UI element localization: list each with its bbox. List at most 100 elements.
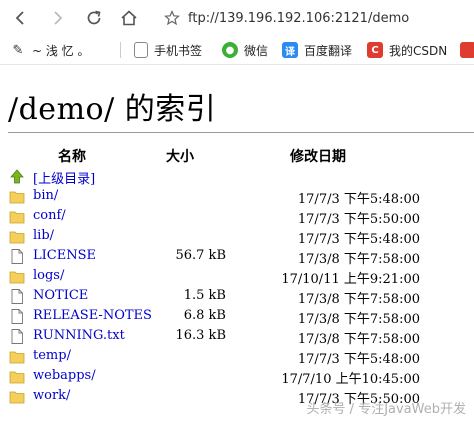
file-time: 上午10:45:00 <box>335 372 420 387</box>
folder-icon <box>9 269 25 284</box>
ink-brush-icon: ✎ <box>12 42 24 58</box>
csdn-icon <box>460 42 474 58</box>
bookmark-separator <box>120 42 121 58</box>
file-link[interactable]: logs/ <box>33 268 64 283</box>
bookmark-label: 我的CSDN <box>389 43 448 58</box>
file-date: 17/7/10 <box>281 372 332 387</box>
mobile-bookmark-icon <box>134 42 148 58</box>
file-date: 17/7/3 <box>297 352 340 367</box>
file-modified: 17/3/8 下午7:58:00 <box>298 328 420 347</box>
file-time: 下午7:58:00 <box>343 332 420 347</box>
parent-directory-row: [上级目录] <box>0 166 474 187</box>
file-time: 上午9:21:00 <box>343 272 420 287</box>
reload-icon <box>87 10 101 25</box>
file-time: 下午7:58:00 <box>343 252 420 267</box>
file-size: 1.5 kB <box>183 288 226 303</box>
file-modified: 17/3/8 下午7:58:00 <box>298 288 420 307</box>
file-modified: 17/7/3 下午5:48:00 <box>298 348 420 367</box>
file-link[interactable]: RUNNING.txt <box>33 328 125 343</box>
forward-button[interactable] <box>44 4 72 32</box>
divider <box>8 132 474 133</box>
home-button[interactable] <box>115 4 143 32</box>
file-link[interactable]: RELEASE-NOTES <box>33 308 152 323</box>
file-link[interactable]: bin/ <box>33 188 58 203</box>
folder-icon <box>9 389 25 404</box>
bookmark-label: 手机书签 <box>154 43 203 58</box>
address-bar[interactable]: ftp://139.196.192.106:2121/demo <box>164 4 474 32</box>
folder-icon <box>9 229 25 244</box>
column-header-size[interactable]: 大小 <box>166 146 194 166</box>
bookmarks-bar: ✎ ~ 浅 忆 。 手机书签 ● 微信 译 百度翻译 C 我的CSDN <box>0 36 474 65</box>
file-link[interactable]: temp/ <box>33 348 71 363</box>
file-modified: 17/3/8 下午7:58:00 <box>298 248 420 267</box>
file-row: webapps/17/7/10 上午10:45:00 <box>0 366 474 387</box>
reload-button[interactable] <box>80 4 108 32</box>
file-time: 下午7:58:00 <box>343 312 420 327</box>
bookmark-label: 百度翻译 <box>304 43 353 58</box>
csdn-icon: C <box>367 42 383 58</box>
file-modified: 17/7/3 下午5:50:00 <box>298 208 420 227</box>
file-row: RELEASE-NOTES 6.8 kB 17/3/8 下午7:58:00 <box>0 306 474 327</box>
file-row: bin/17/7/3 下午5:48:00 <box>0 186 474 207</box>
file-modified: 17/7/3 下午5:48:00 <box>298 228 420 247</box>
file-date: 17/7/3 <box>297 232 340 247</box>
url-text[interactable]: ftp://139.196.192.106:2121/demo <box>188 11 409 26</box>
file-link[interactable]: lib/ <box>33 228 54 243</box>
folder-icon <box>9 369 25 384</box>
column-header-name[interactable]: 名称 <box>58 146 86 166</box>
bookmark-item-overflow[interactable] <box>460 36 474 64</box>
file-icon <box>9 329 25 344</box>
file-modified: 17/7/3 下午5:48:00 <box>298 188 420 207</box>
column-header-modified[interactable]: 修改日期 <box>290 146 346 166</box>
watermark: 头条号 / 专注JavaWeb开发 <box>306 402 466 417</box>
back-button[interactable] <box>6 4 34 32</box>
bookmark-star-icon[interactable] <box>164 10 180 26</box>
bookmark-label: ~ 浅 忆 。 <box>32 43 90 58</box>
file-link[interactable]: NOTICE <box>33 288 88 303</box>
back-arrow-icon <box>15 11 24 25</box>
file-link[interactable]: webapps/ <box>33 368 96 383</box>
file-icon <box>9 309 25 324</box>
file-date: 17/10/11 <box>281 272 340 287</box>
file-row: RUNNING.txt 16.3 kB 17/3/8 下午7:58:00 <box>0 326 474 347</box>
bookmark-item-baidu-translate[interactable]: 译 百度翻译 <box>282 36 352 64</box>
bookmark-item-qianyi[interactable]: ✎ ~ 浅 忆 。 <box>10 36 90 64</box>
file-modified: 17/7/10 上午10:45:00 <box>281 368 420 387</box>
file-date: 17/7/3 <box>297 212 340 227</box>
bookmark-label: 微信 <box>244 43 269 58</box>
file-link[interactable]: LICENSE <box>33 248 96 263</box>
file-row: LICENSE 56.7 kB 17/3/8 下午7:58:00 <box>0 246 474 267</box>
bookmark-item-mobile[interactable]: 手机书签 <box>134 36 202 64</box>
file-time: 下午7:58:00 <box>343 292 420 307</box>
forward-arrow-icon <box>54 11 63 25</box>
file-row: conf/17/7/3 下午5:50:00 <box>0 206 474 227</box>
file-date: 17/3/8 <box>297 292 340 307</box>
file-time: 下午5:50:00 <box>343 212 420 227</box>
parent-directory-link[interactable]: [上级目录] <box>33 168 95 187</box>
folder-icon <box>9 209 25 224</box>
file-date: 17/3/8 <box>297 312 340 327</box>
wechat-icon: ● <box>222 42 238 58</box>
file-time: 下午5:48:00 <box>343 192 420 207</box>
file-time: 下午5:48:00 <box>343 352 420 367</box>
file-size: 16.3 kB <box>175 328 226 343</box>
file-modified: 17/3/8 下午7:58:00 <box>298 308 420 327</box>
home-icon <box>121 10 137 26</box>
file-row: temp/17/7/3 下午5:48:00 <box>0 346 474 367</box>
file-date: 17/7/3 <box>297 192 340 207</box>
folder-icon <box>9 189 25 204</box>
page-title: /demo/ 的索引 <box>8 92 217 127</box>
file-size: 56.7 kB <box>175 248 226 263</box>
file-row: logs/17/10/11 上午9:21:00 <box>0 266 474 287</box>
bookmark-item-csdn[interactable]: C 我的CSDN <box>367 36 447 64</box>
bookmark-item-wechat[interactable]: ● 微信 <box>222 36 268 64</box>
file-size: 6.8 kB <box>183 308 226 323</box>
file-row: lib/17/7/3 下午5:48:00 <box>0 226 474 247</box>
file-link[interactable]: conf/ <box>33 208 66 223</box>
folder-icon <box>9 349 25 364</box>
file-row: NOTICE 1.5 kB 17/3/8 下午7:58:00 <box>0 286 474 307</box>
file-link[interactable]: work/ <box>33 388 70 403</box>
baidu-translate-icon: 译 <box>282 42 298 58</box>
up-arrow-icon <box>9 169 25 184</box>
file-icon <box>9 289 25 304</box>
